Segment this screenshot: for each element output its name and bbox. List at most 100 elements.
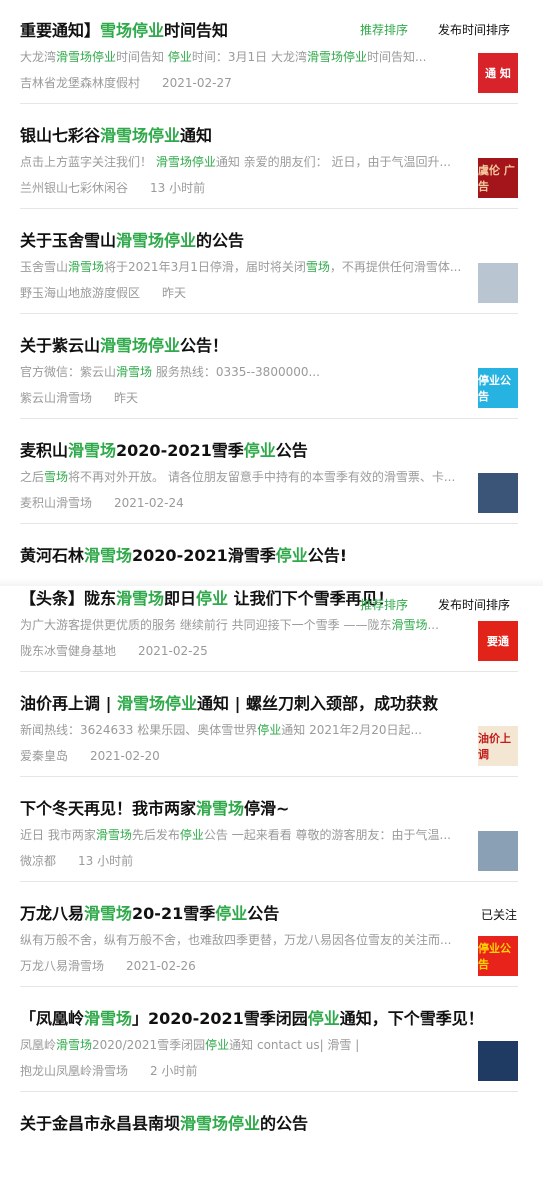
divider bbox=[20, 986, 518, 987]
result-source[interactable]: 吉林省龙堡森林度假村 bbox=[20, 76, 140, 90]
title-text: 公告 bbox=[275, 441, 308, 460]
result-time: 昨天 bbox=[162, 286, 187, 300]
result-title[interactable]: 黄河石林滑雪场2020-2021滑雪季停业公告! bbox=[20, 546, 347, 566]
snippet-text: 服务热线：0335--3800000... bbox=[152, 365, 320, 379]
result-thumbnail[interactable] bbox=[478, 1041, 518, 1081]
result-item[interactable]: 油价再上调 | 滑雪场停业通知 | 螺丝刀刺入颈部，成功获救新闻热线：36246… bbox=[0, 694, 543, 774]
result-thumbnail[interactable]: 停业公告 bbox=[478, 368, 518, 408]
result-title[interactable]: 重要通知】雪场停业时间告知 bbox=[20, 21, 228, 41]
sort-publish-time-button[interactable]: 发布时间排序 bbox=[438, 598, 510, 612]
title-text: 的公告 bbox=[196, 231, 245, 250]
result-item[interactable]: 关于紫云山滑雪场停业公告！ 官方微信：紫云山滑雪场 服务热线：0335--3800… bbox=[0, 336, 543, 416]
result-thumbnail[interactable]: 油价上调 bbox=[478, 726, 518, 766]
result-title[interactable]: 银山七彩谷滑雪场停业通知 bbox=[20, 126, 212, 146]
result-title[interactable]: 万龙八易滑雪场20-21雪季停业公告 bbox=[20, 904, 279, 924]
result-title[interactable]: 关于紫云山滑雪场停业公告！ bbox=[20, 336, 228, 356]
divider bbox=[20, 523, 518, 524]
result-item[interactable]: 下个冬天再见！我市两家滑雪场停滑~ 近日 我市两家滑雪场先后发布停业公告 一起来看… bbox=[0, 799, 543, 879]
result-thumbnail[interactable]: 通 知 bbox=[478, 53, 518, 93]
result-meta: 抱龙山凤凰岭滑雪场 2 小时前 bbox=[20, 1063, 197, 1079]
snippet-text: 通知 亲爱的朋友们： 近日，由于气温回升... bbox=[215, 155, 451, 169]
snippet-text: 将不再对外开放。 请各位朋友留意手中持有的本雪季有效的滑雪票、卡... bbox=[68, 470, 456, 484]
followed-badge[interactable]: 已关注 bbox=[481, 906, 517, 923]
sort-publish-time-button[interactable]: 发布时间排序 bbox=[438, 23, 510, 37]
result-item[interactable]: 银山七彩谷滑雪场停业通知点击上方蓝字关注我们！ 滑雪场停业通知 亲爱的朋友们： … bbox=[0, 126, 543, 206]
result-item[interactable]: 「凤凰岭滑雪场」2020-2021雪季闭园停业通知，下个雪季见！ 凤凰岭滑雪场20… bbox=[0, 1009, 543, 1089]
result-title[interactable]: 「凤凰岭滑雪场」2020-2021雪季闭园停业通知，下个雪季见！ bbox=[20, 1009, 484, 1029]
result-source[interactable]: 抱龙山凤凰岭滑雪场 bbox=[20, 1064, 128, 1078]
result-thumbnail[interactable]: 要通 bbox=[478, 621, 518, 661]
result-snippet: 新闻热线：3624633 松果乐园、奥体雪世界停业通知 2021年2月20日起.… bbox=[20, 722, 465, 738]
snippet-text: ... bbox=[427, 618, 439, 632]
title-highlight: 停业 bbox=[307, 1009, 340, 1028]
result-title[interactable]: 关于玉舍雪山滑雪场停业的公告 bbox=[20, 231, 244, 251]
title-highlight: 滑雪场停业 bbox=[117, 694, 198, 713]
result-title[interactable]: 关于金昌市永昌县南坝滑雪场停业的公告 bbox=[20, 1114, 308, 1134]
sort-recommended-button[interactable]: 推荐排序 bbox=[360, 598, 408, 612]
title-highlight: 滑雪场 bbox=[84, 546, 133, 565]
result-meta: 兰州银山七彩休闲谷 13 小时前 bbox=[20, 180, 205, 196]
thumbnail-text: 虞伦 广告 bbox=[478, 164, 515, 193]
result-source[interactable]: 爱秦皇岛 bbox=[20, 749, 68, 763]
result-source[interactable]: 紫云山滑雪场 bbox=[20, 391, 92, 405]
title-highlight: 滑雪场 bbox=[116, 589, 165, 608]
result-title[interactable]: 油价再上调 | 滑雪场停业通知 | 螺丝刀刺入颈部，成功获救 bbox=[20, 694, 438, 714]
result-source[interactable]: 陇东冰雪健身基地 bbox=[20, 644, 116, 658]
result-thumbnail[interactable] bbox=[478, 831, 518, 871]
result-meta: 陇东冰雪健身基地 2021-02-25 bbox=[20, 643, 208, 659]
snippet-highlight: 滑雪场停业 bbox=[306, 50, 367, 64]
result-source[interactable]: 野玉海山地旅游度假区 bbox=[20, 286, 140, 300]
result-time: 2021-02-26 bbox=[126, 959, 196, 973]
title-text: 下个冬天再见！我市两家 bbox=[20, 799, 197, 818]
result-title[interactable]: 【头条】陇东滑雪场即日停业 让我们下个雪季再见！ bbox=[20, 589, 394, 609]
sort-recommended-button[interactable]: 推荐排序 bbox=[360, 23, 408, 37]
thumbnail-text: 油价上调 bbox=[478, 732, 511, 761]
result-thumbnail[interactable] bbox=[478, 263, 518, 303]
screenshot-seam bbox=[0, 578, 543, 586]
snippet-highlight: 滑雪场 bbox=[95, 828, 132, 842]
title-text: 通知 bbox=[180, 126, 213, 145]
title-highlight: 停业 bbox=[196, 589, 229, 608]
title-text: 即日 bbox=[164, 589, 197, 608]
result-item[interactable]: 关于玉舍雪山滑雪场停业的公告 玉舍雪山滑雪场将于2021年3月1日停滑，届时将关闭… bbox=[0, 231, 543, 311]
snippet-text: 通知 contact us| 滑雪 | bbox=[229, 1038, 360, 1052]
result-item[interactable]: 万龙八易滑雪场20-21雪季停业公告 纵有万般不舍，纵有万般不舍，也难敌四季更替，… bbox=[0, 904, 543, 984]
result-source[interactable]: 万龙八易滑雪场 bbox=[20, 959, 104, 973]
snippet-text: 凤凰岭 bbox=[20, 1038, 57, 1052]
title-text: 「凤凰岭 bbox=[20, 1009, 85, 1028]
title-highlight: 停业 bbox=[275, 546, 308, 565]
snippet-text: 时间告知 bbox=[116, 50, 168, 64]
title-text: 公告! bbox=[307, 546, 348, 565]
snippet-text: 点击上方蓝字关注我们！ bbox=[20, 155, 156, 169]
snippet-text: 2020/2021雪季闭园 bbox=[92, 1038, 206, 1052]
snippet-highlight: 滑雪场停业 bbox=[56, 50, 117, 64]
result-title[interactable]: 下个冬天再见！我市两家滑雪场停滑~ bbox=[20, 799, 289, 819]
result-thumbnail[interactable]: 停业公告 bbox=[478, 936, 518, 976]
title-text: 通知，下个雪季见！ bbox=[339, 1009, 484, 1028]
title-text: 黄河石林 bbox=[20, 546, 85, 565]
result-source[interactable]: 麦积山滑雪场 bbox=[20, 496, 92, 510]
result-source[interactable]: 微凉都 bbox=[20, 854, 56, 868]
title-text: 万龙八易 bbox=[20, 904, 85, 923]
title-text: 2020-2021滑雪季 bbox=[132, 546, 276, 565]
title-highlight: 滑雪场停业 bbox=[180, 1114, 261, 1133]
title-text: 银山七彩谷 bbox=[20, 126, 101, 145]
result-snippet: 点击上方蓝字关注我们！ 滑雪场停业通知 亲爱的朋友们： 近日，由于气温回升... bbox=[20, 154, 465, 170]
result-thumbnail[interactable] bbox=[478, 473, 518, 513]
snippet-text: 公告 一起来看看 尊敬的游客朋友：由于气温... bbox=[203, 828, 451, 842]
result-time: 2021-02-27 bbox=[162, 76, 232, 90]
title-text: 20-21雪季 bbox=[132, 904, 216, 923]
result-meta: 吉林省龙堡森林度假村 2021-02-27 bbox=[20, 75, 232, 91]
thumbnail-text: 通 知 bbox=[485, 67, 511, 80]
snippet-text: 将于2021年3月1日停滑，届时将关闭 bbox=[104, 260, 306, 274]
result-snippet: 凤凰岭滑雪场2020/2021雪季闭园停业通知 contact us| 滑雪 | bbox=[20, 1037, 465, 1053]
result-item[interactable]: 关于金昌市永昌县南坝滑雪场停业的公告 bbox=[0, 1114, 543, 1194]
result-title[interactable]: 麦积山滑雪场2020-2021雪季停业公告 bbox=[20, 441, 308, 461]
result-source[interactable]: 兰州银山七彩休闲谷 bbox=[20, 181, 128, 195]
result-snippet: 纵有万般不舍，纵有万般不舍，也难敌四季更替，万龙八易因各位雪友的关注而... bbox=[20, 932, 465, 948]
result-thumbnail[interactable]: 虞伦 广告 bbox=[478, 158, 518, 198]
divider bbox=[20, 418, 518, 419]
result-time: 2021-02-25 bbox=[138, 644, 208, 658]
snippet-text: 为广大游客提供更优质的服务 继续前行 共同迎接下一个雪季 ——陇东 bbox=[20, 618, 392, 632]
result-item[interactable]: 麦积山滑雪场2020-2021雪季停业公告 之后雪场将不再对外开放。 请各位朋友留… bbox=[0, 441, 543, 521]
